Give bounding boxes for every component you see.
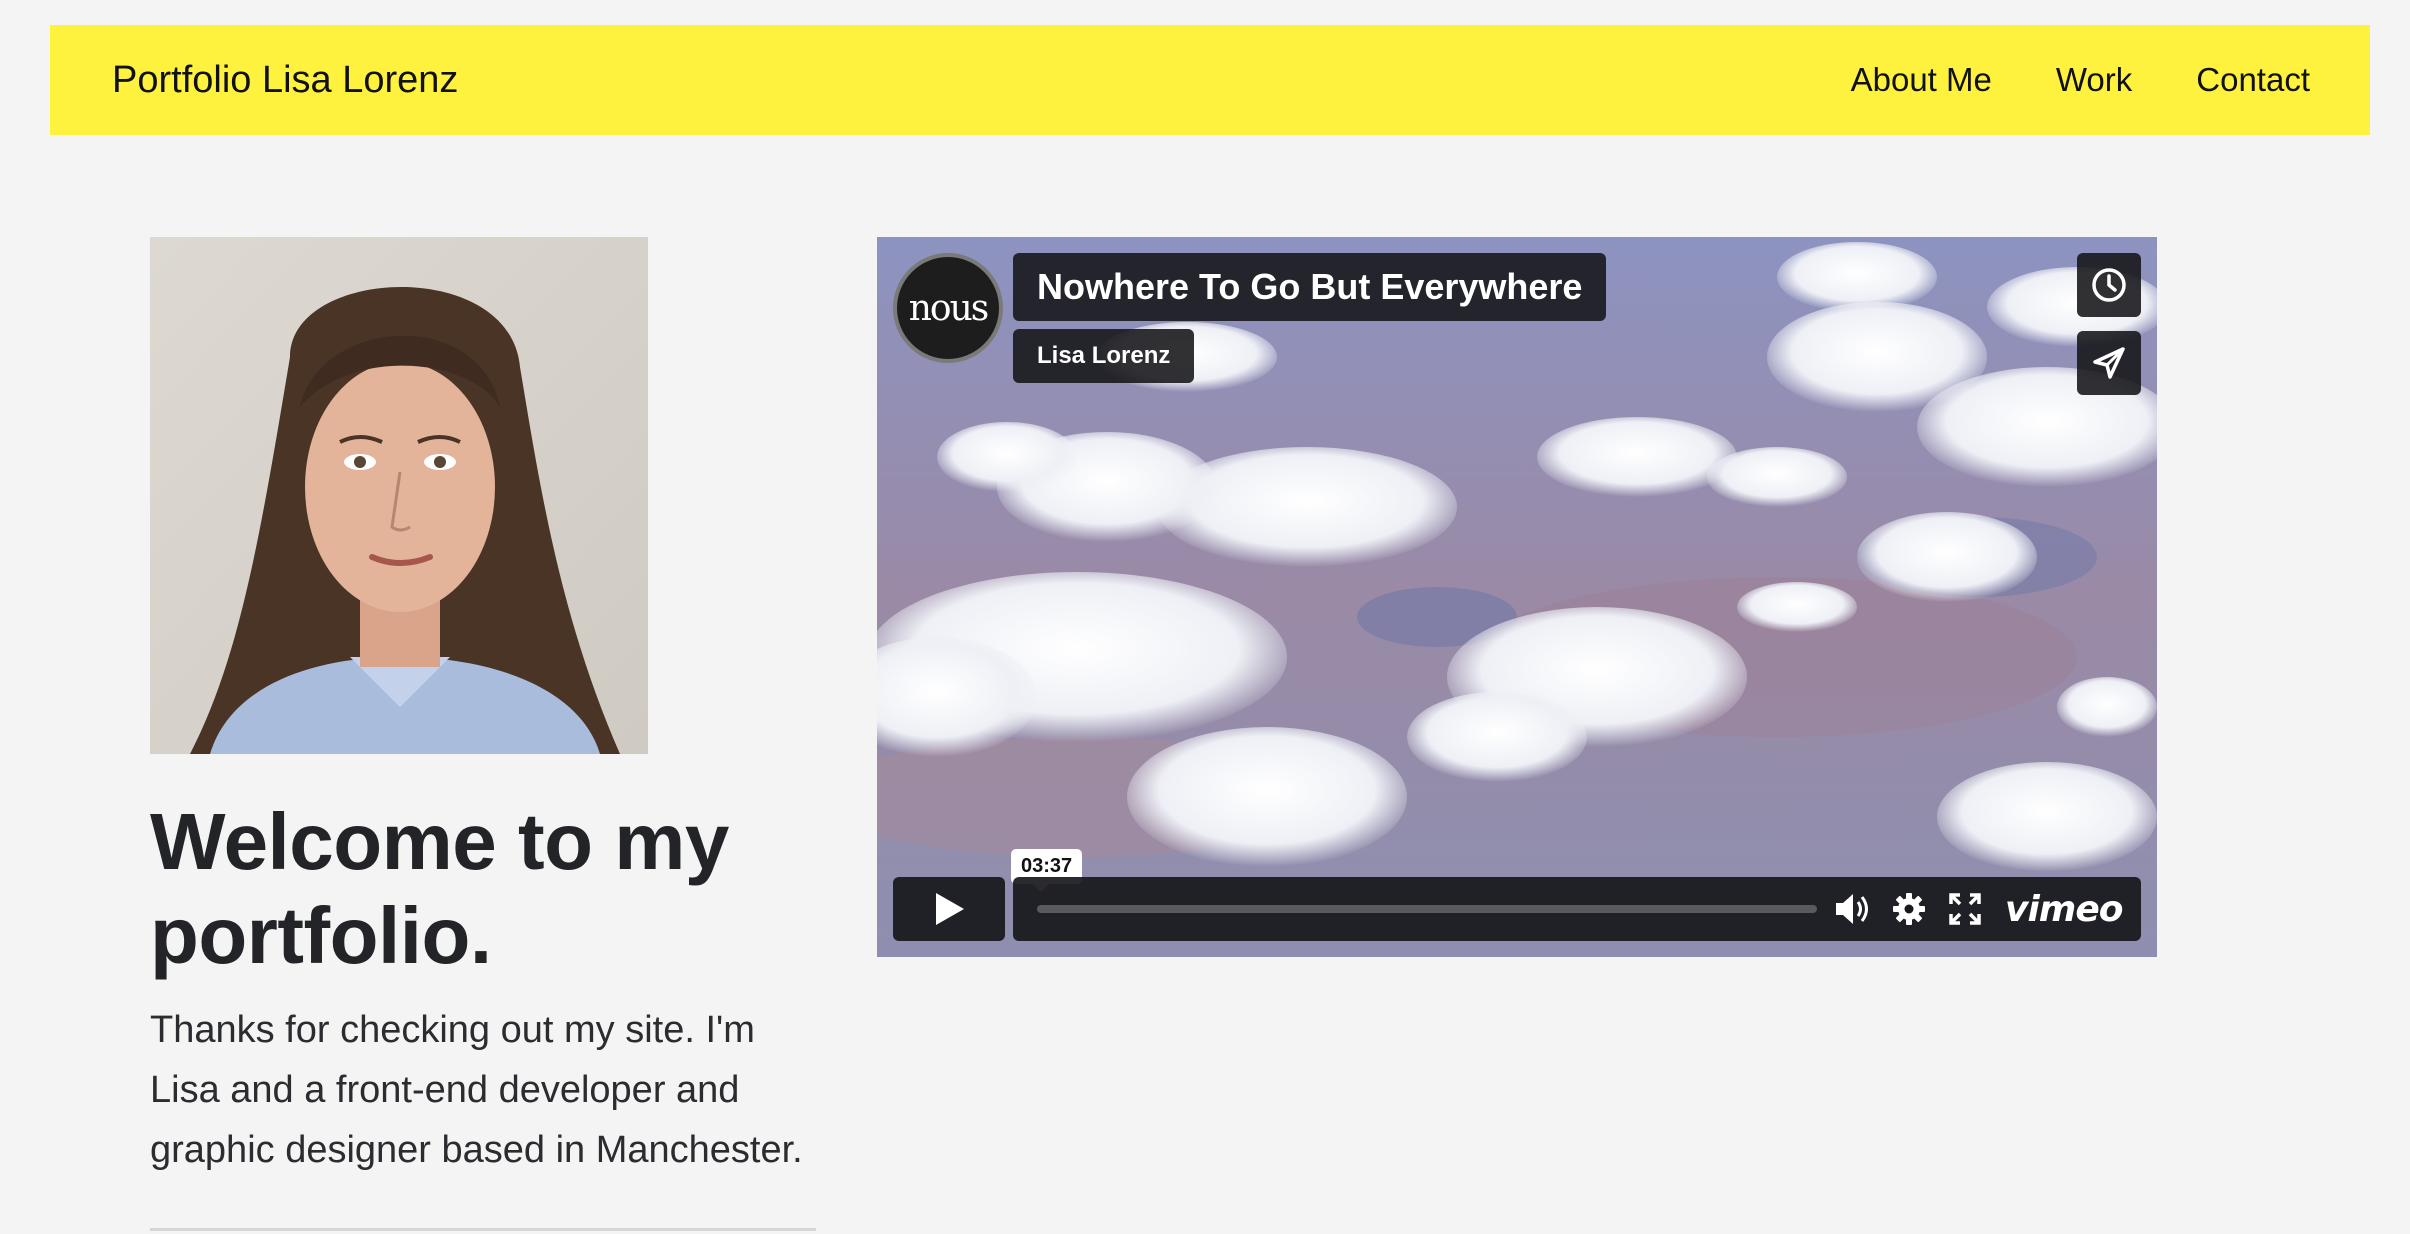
play-icon: [936, 893, 964, 925]
nav-links: About Me Work Contact: [1851, 61, 2310, 99]
channel-logo[interactable]: nous: [893, 253, 1003, 363]
video-player[interactable]: nous Nowhere To Go But Everywhere Lisa L…: [877, 237, 2157, 957]
clock-icon: [2092, 268, 2126, 302]
share-button[interactable]: [2077, 331, 2141, 395]
video-author[interactable]: Lisa Lorenz: [1013, 329, 1195, 383]
intro-text: Thanks for checking out my site. I'm Lis…: [150, 1009, 803, 1171]
brand-link[interactable]: Portfolio Lisa Lorenz: [112, 59, 458, 102]
divider: [150, 1228, 816, 1231]
settings-button[interactable]: [1889, 889, 1929, 929]
fullscreen-icon: [1949, 893, 1981, 925]
gear-icon: [1893, 893, 1925, 925]
fullscreen-button[interactable]: [1945, 889, 1985, 929]
page-title: Welcome to my portfolio.: [150, 797, 729, 980]
play-button[interactable]: [893, 877, 1005, 941]
watch-later-button[interactable]: [2077, 253, 2141, 317]
progress-bar[interactable]: [1037, 905, 1817, 913]
control-bar: vimeo: [1013, 877, 2141, 941]
vimeo-logo[interactable]: vimeo: [2005, 889, 2123, 930]
nav-link-about-me[interactable]: About Me: [1851, 61, 1992, 99]
nav-link-work[interactable]: Work: [2056, 61, 2132, 99]
nav-link-contact[interactable]: Contact: [2196, 61, 2310, 99]
paper-plane-icon: [2093, 347, 2125, 379]
profile-photo: [150, 237, 648, 754]
volume-button[interactable]: [1833, 889, 1873, 929]
video-title[interactable]: Nowhere To Go But Everywhere: [1013, 253, 1607, 321]
volume-icon: [1836, 894, 1868, 924]
navbar: Portfolio Lisa Lorenz About Me Work Cont…: [50, 25, 2370, 135]
